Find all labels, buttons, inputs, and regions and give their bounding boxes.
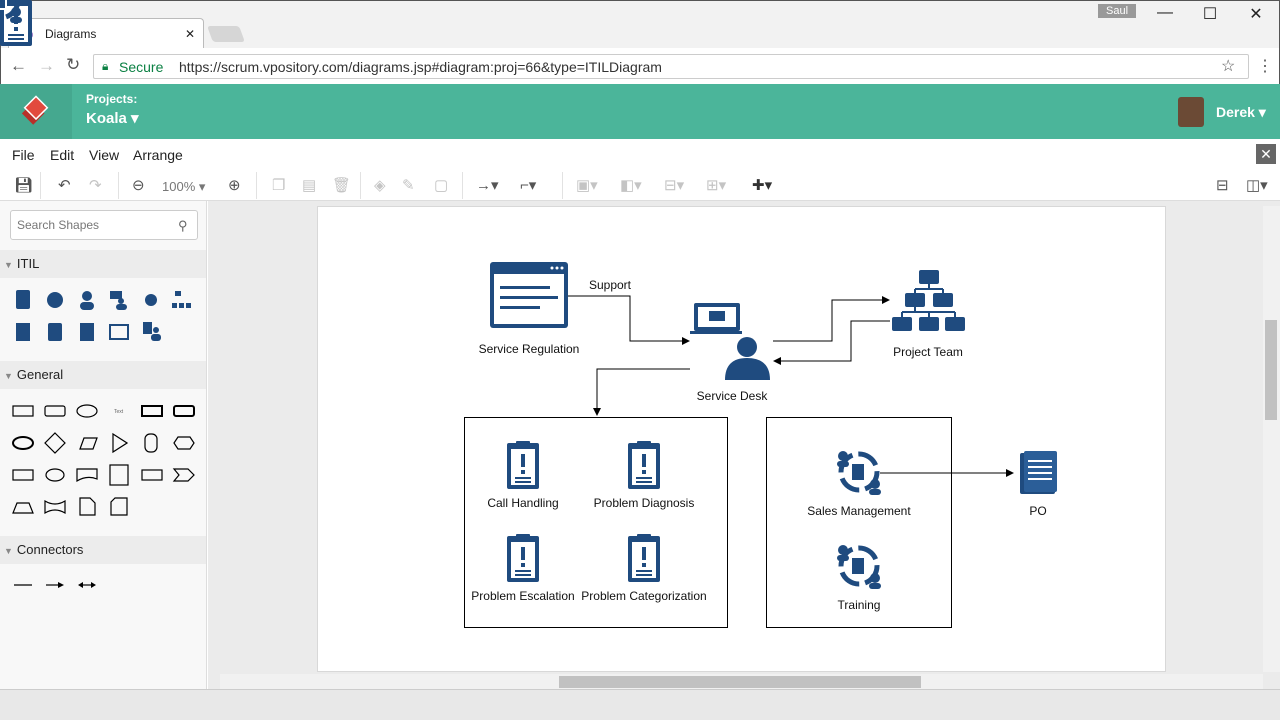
label-project-team[interactable]: Project Team [893, 345, 963, 359]
paste-icon[interactable]: ▤ [302, 176, 316, 194]
layout-panel-icon[interactable]: ◫▾ [1246, 176, 1268, 194]
menu-view[interactable]: View [89, 147, 119, 163]
maximize-icon[interactable]: ☐ [1195, 4, 1225, 24]
tab-close-icon[interactable]: ✕ [185, 27, 195, 41]
fill-color-icon[interactable]: ◈ [374, 176, 386, 194]
close-editor-icon[interactable]: ✕ [1256, 144, 1276, 164]
reload-icon[interactable]: ↻ [66, 55, 80, 75]
section-itil[interactable]: ▼ ITIL [0, 250, 206, 278]
distribute-icon[interactable]: ⊞▾ [706, 176, 726, 194]
divider [462, 172, 463, 199]
projects-label: Projects: [86, 92, 138, 106]
label-problem-diagnosis[interactable]: Problem Diagnosis [594, 496, 695, 510]
minimize-icon[interactable]: — [1150, 4, 1180, 22]
section-general[interactable]: ▼ General [0, 361, 206, 389]
search-icon[interactable]: ⚲ [178, 218, 188, 234]
user-menu[interactable]: Derek ▾ [1216, 104, 1266, 121]
divider [360, 172, 361, 199]
diagram-page[interactable] [317, 206, 1166, 672]
label-training[interactable]: Training [838, 598, 881, 612]
app-header [0, 84, 1280, 139]
waypoint-style-icon[interactable]: ⌐▾ [520, 176, 536, 194]
section-label: General [16, 367, 64, 382]
search-placeholder: Search Shapes [17, 218, 100, 232]
connector-style-icon[interactable]: →▾ [476, 176, 499, 194]
save-icon[interactable]: 💾︎ [14, 176, 33, 194]
project-name: Koala [86, 110, 127, 127]
order-icon[interactable]: ◧▾ [620, 176, 642, 194]
label-po[interactable]: PO [1029, 504, 1046, 518]
divider [256, 172, 257, 199]
url-text[interactable]: https://scrum.vpository.com/diagrams.jsp… [179, 59, 662, 75]
edge-label-support[interactable]: Support [589, 278, 631, 292]
label-problem-escalation[interactable]: Problem Escalation [471, 589, 574, 603]
undo-icon[interactable]: ↶ [58, 176, 71, 194]
zoom-in-icon[interactable]: ⊕ [228, 176, 241, 194]
section-label: Connectors [16, 542, 84, 557]
forward-icon[interactable]: → [38, 56, 55, 76]
connector-shapes-palette[interactable] [0, 575, 206, 595]
shadow-icon[interactable]: ▢ [434, 176, 448, 194]
label-service-desk[interactable]: Service Desk [697, 389, 768, 403]
bookmark-star-icon[interactable]: ☆ [1221, 56, 1235, 76]
zoom-value: 100% [162, 179, 196, 194]
label-problem-categorization[interactable]: Problem Categorization [581, 589, 706, 603]
label-call-handling[interactable]: Call Handling [487, 496, 558, 510]
close-window-icon[interactable]: ✕ [1241, 4, 1271, 24]
tab-title: Diagrams [45, 27, 97, 41]
app-logo[interactable] [0, 84, 72, 139]
menu-arrange[interactable]: Arrange [133, 147, 183, 163]
secure-label: Secure [119, 59, 164, 75]
menubar [0, 139, 1280, 169]
svg-text:Text: Text [114, 409, 124, 415]
browser-menu-icon[interactable]: ⋮ [1257, 56, 1273, 76]
new-tab-button[interactable] [207, 26, 245, 42]
group-icon[interactable]: ▣▾ [576, 176, 598, 194]
section-connectors[interactable]: ▼ Connectors [0, 536, 206, 564]
avatar[interactable] [1178, 97, 1204, 127]
divider [118, 172, 119, 199]
project-selector[interactable]: Koala ▾ [86, 109, 139, 127]
profile-badge[interactable]: Saul [1098, 4, 1137, 18]
search-shapes-input[interactable]: Search Shapes [10, 210, 198, 240]
insert-icon[interactable]: ✚▾ [752, 176, 772, 194]
copy-icon[interactable]: ❐ [272, 176, 285, 194]
align-icon[interactable]: ⊟▾ [664, 176, 684, 194]
horizontal-scrollbar[interactable] [220, 674, 1263, 689]
section-label: ITIL [16, 256, 40, 271]
general-shapes-palette[interactable]: Text [0, 395, 206, 525]
divider [562, 172, 563, 199]
menu-edit[interactable]: Edit [50, 147, 74, 163]
back-icon[interactable]: ← [10, 56, 27, 76]
username: Derek [1216, 104, 1255, 120]
line-color-icon[interactable]: ✎ [402, 176, 415, 194]
status-bar [0, 689, 1280, 720]
delete-icon[interactable]: 🗑︎ [332, 176, 351, 194]
zoom-out-icon[interactable]: ⊖ [132, 176, 145, 194]
redo-icon[interactable]: ↷ [89, 176, 102, 194]
divider [40, 172, 41, 199]
tab-favicon-icon: ◉ [23, 27, 34, 41]
vertical-scrollbar[interactable] [1263, 206, 1280, 672]
label-sales-management[interactable]: Sales Management [807, 504, 910, 518]
label-service-regulation[interactable]: Service Regulation [479, 342, 580, 356]
zoom-select[interactable]: 100% ▾ [162, 179, 205, 195]
format-panel-icon[interactable]: ⊟ [1216, 176, 1229, 194]
browser-tab[interactable]: ◉ Diagrams ✕ [8, 18, 204, 48]
lock-icon: 🔒︎ [102, 59, 109, 73]
menu-file[interactable]: File [12, 147, 35, 163]
